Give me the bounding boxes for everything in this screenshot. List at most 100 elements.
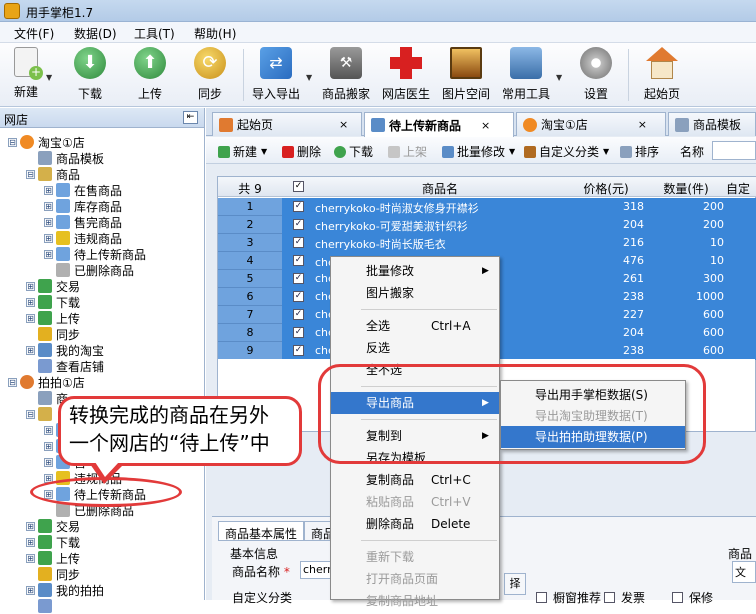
invoice-checkbox[interactable]: 发票 <box>604 589 645 606</box>
toolbar-settings-button[interactable]: 设置 <box>576 47 616 102</box>
collapse-icon[interactable]: ⊟ <box>8 377 17 387</box>
new-item-button[interactable]: 新建 ▼ <box>218 143 267 160</box>
close-icon[interactable]: × <box>481 119 490 132</box>
tree-node[interactable]: 同步 <box>26 326 80 342</box>
row-checkbox[interactable]: ✓ <box>293 255 304 266</box>
expand-icon[interactable]: ⊞ <box>44 233 53 243</box>
tools-dropdown-arrow-icon[interactable]: ▼ <box>556 73 562 82</box>
context-menu-item[interactable]: 复制商品地址 <box>331 590 499 612</box>
tree-node[interactable]: ⊟ 商品 <box>26 166 80 182</box>
tree-node[interactable]: ⊞ 上传 <box>26 310 80 326</box>
expand-icon[interactable]: ⊞ <box>44 441 53 451</box>
context-menu-item[interactable]: 复制商品 Ctrl+C <box>331 469 499 491</box>
toolbar-import-export-button[interactable]: ⇄ 导入导出 <box>250 47 302 102</box>
tree-node[interactable]: ⊞ 上传 <box>26 550 80 566</box>
name-column-header[interactable]: 商品名 <box>315 180 565 197</box>
tree-node[interactable]: 已删除商品 <box>44 262 134 278</box>
toolbar-move-goods-button[interactable]: ⚒ 商品搬家 <box>320 47 372 102</box>
collapse-icon[interactable]: ⊟ <box>26 409 35 419</box>
custom-category-button[interactable]: 自定义分类 ▼ <box>524 143 609 160</box>
tree-node[interactable]: 查看店铺 <box>26 358 104 374</box>
list-upload-button[interactable]: 上架 <box>388 143 427 160</box>
toolbar-download-button[interactable]: ⬇ 下载 <box>72 47 108 102</box>
row-checkbox[interactable]: ✓ <box>293 309 304 320</box>
warranty-checkbox[interactable]: 保修 <box>672 589 713 606</box>
context-menu-item[interactable]: 重新下载 <box>331 546 499 568</box>
qty-column-header[interactable]: 数量(件) <box>648 180 724 197</box>
row-checkbox[interactable]: ✓ <box>293 327 304 338</box>
menu-tools[interactable]: 工具(T) <box>134 25 175 42</box>
pin-icon[interactable]: ⇤ <box>183 111 198 124</box>
tree-node[interactable]: ⊞ 下载 <box>26 534 80 550</box>
context-menu-item[interactable]: 删除商品 Delete <box>331 513 499 535</box>
toolbar-upload-button[interactable]: ⬆ 上传 <box>132 47 168 102</box>
name-filter-input[interactable] <box>712 141 756 160</box>
tree-node[interactable]: ⊞ 违规商品 <box>44 230 122 246</box>
table-row[interactable]: 2 ✓ cherrykoko-可爱甜美淑针织衫 204 200 <box>218 216 756 234</box>
menu-help[interactable]: 帮助(H) <box>194 25 236 42</box>
context-menu-item[interactable]: 粘贴商品 Ctrl+V <box>331 491 499 513</box>
row-checkbox[interactable]: ✓ <box>293 201 304 212</box>
row-checkbox[interactable]: ✓ <box>293 273 304 284</box>
expand-icon[interactable]: ⊞ <box>44 249 53 259</box>
toolbar-new-button[interactable]: + 新建 <box>8 47 44 100</box>
tree-node[interactable]: ⊞ 售完商品 <box>44 214 122 230</box>
tree-node[interactable] <box>26 598 56 614</box>
expand-icon[interactable]: ⊞ <box>26 537 35 547</box>
expand-icon[interactable]: ⊞ <box>44 201 53 211</box>
new-dropdown-arrow-icon[interactable]: ▼ <box>46 73 52 82</box>
custom-column-header[interactable]: 自定 <box>726 180 756 197</box>
expand-icon[interactable]: ⊞ <box>44 457 53 467</box>
expand-icon[interactable]: ⊞ <box>26 553 35 563</box>
row-checkbox[interactable]: ✓ <box>293 237 304 248</box>
close-icon[interactable]: × <box>339 118 348 131</box>
tree-node[interactable]: 同步 <box>26 566 80 582</box>
tab-basic-attributes[interactable]: 商品基本属性 <box>218 521 305 541</box>
expand-icon[interactable]: ⊞ <box>26 585 35 595</box>
batch-modify-button[interactable]: 批量修改 ▼ <box>442 143 515 160</box>
window-recommend-checkbox[interactable]: 橱窗推荐 <box>536 589 601 606</box>
table-row[interactable]: 1 ✓ cherrykoko-时尚淑女修身开襟衫 318 200 <box>218 198 756 216</box>
table-row[interactable]: 3 ✓ cherrykoko-时尚长版毛衣 216 10 <box>218 234 756 252</box>
menu-data[interactable]: 数据(D) <box>74 25 117 42</box>
context-menu-item[interactable]: 全选 Ctrl+A <box>331 315 499 337</box>
toolbar-sync-button[interactable]: ⟳ 同步 <box>192 47 228 102</box>
expand-icon[interactable]: ⊞ <box>26 521 35 531</box>
tree-node[interactable]: ⊟ 拍拍①店 <box>8 374 85 390</box>
tree-node[interactable]: ⊞ 交易 <box>26 518 80 534</box>
tab-start-page[interactable]: 起始页 × <box>212 112 362 136</box>
expand-icon[interactable]: ⊞ <box>44 425 53 435</box>
toolbar-doctor-button[interactable]: 网店医生 <box>380 47 432 102</box>
tree-node[interactable]: ⊞ 待上传新商品 <box>44 246 146 262</box>
tree-node[interactable]: ⊞ 我的拍拍 <box>26 582 104 598</box>
menu-file[interactable]: 文件(F) <box>14 25 54 42</box>
tab-pending-upload[interactable]: 待上传新商品 × <box>364 112 514 137</box>
tree-node[interactable]: ⊞ 我的淘宝 <box>26 342 104 358</box>
custom-category-button[interactable]: 择 <box>504 573 526 595</box>
row-checkbox[interactable]: ✓ <box>293 219 304 230</box>
context-menu-item[interactable]: 打开商品页面 <box>331 568 499 590</box>
toolbar-home-button[interactable]: 起始页 <box>640 47 684 102</box>
context-menu-item[interactable]: 图片搬家 <box>331 282 499 304</box>
row-checkbox[interactable]: ✓ <box>293 291 304 302</box>
goods-name-input[interactable]: cherry <box>300 561 334 579</box>
context-menu-item[interactable]: 反选 <box>331 337 499 359</box>
sort-button[interactable]: 排序 <box>620 143 659 160</box>
tree-node[interactable]: ⊞ 库存商品 <box>44 198 122 214</box>
collapse-icon[interactable]: ⊟ <box>26 169 35 179</box>
expand-icon[interactable]: ⊞ <box>44 185 53 195</box>
toolbar-common-tools-button[interactable]: 常用工具 <box>500 47 552 102</box>
tree-node[interactable]: ⊞ 交易 <box>26 278 80 294</box>
row-checkbox[interactable]: ✓ <box>293 345 304 356</box>
select-all-checkbox[interactable]: ✓ <box>293 181 304 192</box>
collapse-icon[interactable]: ⊟ <box>8 137 17 147</box>
tree-node[interactable]: ⊞ 在售商品 <box>44 182 122 198</box>
delete-button[interactable]: 删除 <box>282 143 321 160</box>
tab-taobao-shop[interactable]: 淘宝①店 × <box>516 112 666 136</box>
tree-node[interactable]: ⊞ 下载 <box>26 294 80 310</box>
close-icon[interactable]: × <box>638 118 647 131</box>
download-button[interactable]: 下载 <box>334 143 373 160</box>
expand-icon[interactable]: ⊞ <box>44 217 53 227</box>
expand-icon[interactable]: ⊞ <box>26 313 35 323</box>
tree-node[interactable]: ⊟ 淘宝①店 <box>8 134 85 150</box>
